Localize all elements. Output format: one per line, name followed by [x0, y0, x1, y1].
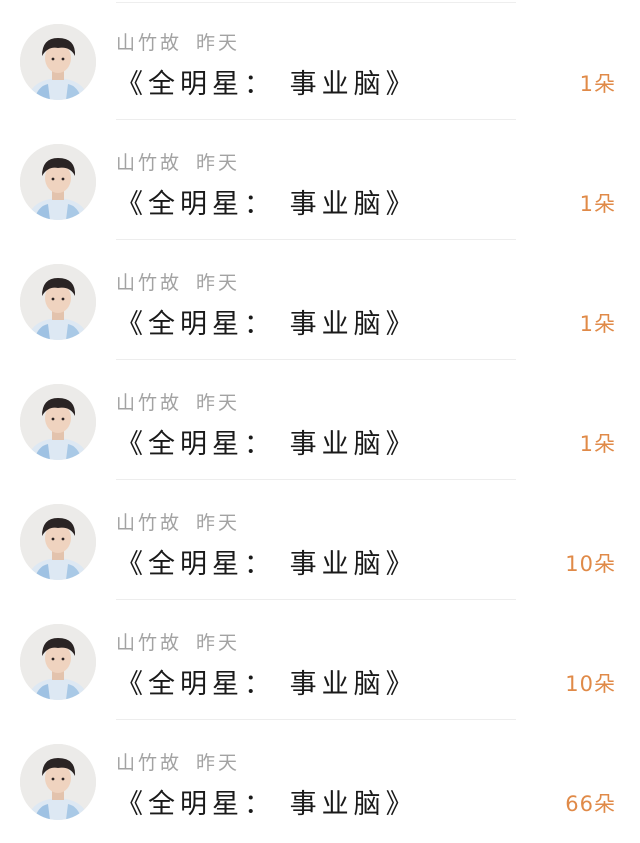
avatar-image — [20, 384, 96, 460]
item-title: 《全明星： 事业脑》 — [116, 309, 418, 340]
avatar-image — [20, 144, 96, 220]
list-item[interactable]: 山竹故 昨天 《全明星： 事业脑》 66朵 — [0, 720, 640, 840]
avatar[interactable] — [20, 384, 96, 460]
timestamp: 昨天 — [196, 512, 241, 534]
gift-count: 1朵 — [579, 432, 616, 456]
gift-count: 1朵 — [579, 312, 616, 336]
gift-count: 1朵 — [579, 72, 616, 96]
item-title: 《全明星： 事业脑》 — [116, 549, 418, 580]
item-title: 《全明星： 事业脑》 — [116, 189, 418, 220]
gift-count: 10朵 — [565, 552, 616, 576]
gift-count: 66朵 — [565, 792, 616, 816]
username[interactable]: 山竹故 — [116, 392, 182, 414]
gift-count: 10朵 — [565, 672, 616, 696]
list-item[interactable]: 山竹故 昨天 《全明星： 事业脑》 10朵 — [0, 480, 640, 600]
username[interactable]: 山竹故 — [116, 152, 182, 174]
avatar[interactable] — [20, 624, 96, 700]
avatar-image — [20, 504, 96, 580]
avatar[interactable] — [20, 144, 96, 220]
avatar[interactable] — [20, 264, 96, 340]
avatar[interactable] — [20, 24, 96, 100]
username[interactable]: 山竹故 — [116, 632, 182, 654]
timestamp: 昨天 — [196, 392, 241, 414]
avatar[interactable] — [20, 504, 96, 580]
username[interactable]: 山竹故 — [116, 32, 182, 54]
timestamp: 昨天 — [196, 32, 241, 54]
timestamp: 昨天 — [196, 632, 241, 654]
timestamp: 昨天 — [196, 152, 241, 174]
item-meta: 山竹故 昨天 — [116, 748, 240, 775]
list-item[interactable]: 山竹故 昨天 《全明星： 事业脑》 1朵 — [0, 240, 640, 360]
list-item[interactable]: 山竹故 昨天 《全明星： 事业脑》 1朵 — [0, 360, 640, 480]
avatar-image — [20, 264, 96, 340]
avatar-image — [20, 24, 96, 100]
username[interactable]: 山竹故 — [116, 752, 182, 774]
item-title: 《全明星： 事业脑》 — [116, 429, 418, 460]
avatar-image — [20, 624, 96, 700]
item-meta: 山竹故 昨天 — [116, 508, 240, 535]
item-meta: 山竹故 昨天 — [116, 268, 240, 295]
timestamp: 昨天 — [196, 272, 241, 294]
list-item[interactable]: 山竹故 昨天 《全明星： 事业脑》 10朵 — [0, 600, 640, 720]
avatar[interactable] — [20, 744, 96, 820]
username[interactable]: 山竹故 — [116, 272, 182, 294]
username[interactable]: 山竹故 — [116, 512, 182, 534]
item-meta: 山竹故 昨天 — [116, 388, 240, 415]
item-title: 《全明星： 事业脑》 — [116, 789, 418, 820]
gift-count: 1朵 — [579, 192, 616, 216]
item-meta: 山竹故 昨天 — [116, 28, 240, 55]
timestamp: 昨天 — [196, 752, 241, 774]
list-item[interactable]: 山竹故 昨天 《全明星： 事业脑》 1朵 — [0, 120, 640, 240]
item-title: 《全明星： 事业脑》 — [116, 69, 418, 100]
item-title: 《全明星： 事业脑》 — [116, 669, 418, 700]
avatar-image — [20, 744, 96, 820]
list-item[interactable]: 山竹故 昨天 《全明星： 事业脑》 1朵 — [0, 0, 640, 120]
item-meta: 山竹故 昨天 — [116, 148, 240, 175]
item-meta: 山竹故 昨天 — [116, 628, 240, 655]
